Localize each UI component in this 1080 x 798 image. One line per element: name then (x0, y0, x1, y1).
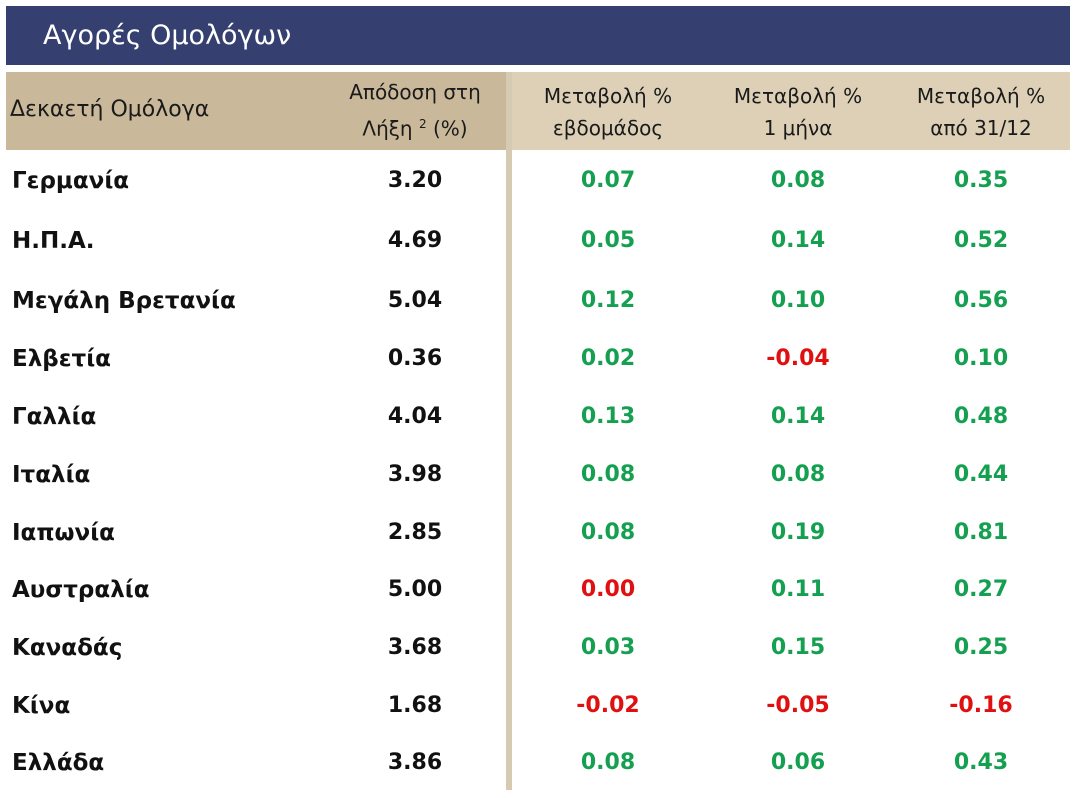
row-country-name: Ελλάδα (12, 750, 105, 776)
row-week-change: 0.02 (580, 346, 636, 371)
table-row: Ιαπωνία 2.85 0.08 0.19 0.81 (0, 504, 1080, 562)
row-yield-value: 3.68 (387, 635, 443, 660)
table-row: Ιταλία 3.98 0.08 0.08 0.44 (0, 446, 1080, 504)
table-row: Γερμανία 3.20 0.07 0.08 0.35 (0, 152, 1080, 210)
row-yield-value: 2.85 (387, 520, 443, 545)
row-month-change: 0.19 (770, 520, 826, 545)
row-ytd-change: 0.27 (953, 577, 1009, 602)
column-header-month: Μεταβολή % 1 μήνα (710, 80, 886, 144)
row-yield-value: 3.86 (387, 750, 443, 775)
column-header-yield: Απόδοση στη Λήξη 2 (%) (330, 76, 500, 145)
row-yield-value: 3.20 (387, 168, 443, 193)
row-ytd-change: 0.48 (953, 404, 1009, 429)
row-week-change: 0.05 (580, 228, 636, 253)
row-country-name: Ιταλία (12, 462, 91, 488)
row-country-name: Ιαπωνία (12, 520, 115, 546)
bond-table-body: Γερμανία 3.20 0.07 0.08 0.35 Η.Π.Α. 4.69 0.05 0.… (0, 152, 1080, 792)
row-country-name: Αυστραλία (12, 577, 150, 603)
column-header-yield-unit: (%) (432, 116, 468, 141)
row-yield-value: 4.04 (387, 404, 443, 429)
row-country-name: Γαλλία (12, 404, 97, 430)
row-week-change: 0.08 (580, 462, 636, 487)
row-month-change: 0.14 (770, 228, 826, 253)
table-row: Γαλλία 4.04 0.13 0.14 0.48 (0, 388, 1080, 446)
table-row: Κίνα 1.68 -0.02 -0.05 -0.16 (0, 677, 1080, 735)
row-yield-value: 0.36 (387, 346, 443, 371)
row-month-change: 0.08 (770, 168, 826, 193)
row-ytd-change: 0.35 (953, 168, 1009, 193)
row-yield-value: 3.98 (387, 462, 443, 487)
table-row: Η.Π.Α. 4.69 0.05 0.14 0.52 (0, 212, 1080, 270)
row-country-name: Γερμανία (12, 168, 130, 194)
column-header-yield-line2: Λήξη 2 (%) (330, 108, 500, 145)
row-yield-value: 4.69 (387, 228, 443, 253)
row-month-change: -0.04 (766, 346, 830, 371)
row-ytd-change: 0.81 (953, 520, 1009, 545)
table-row: Ελλάδα 3.86 0.08 0.06 0.43 (0, 734, 1080, 792)
column-header-ytd-line1: Μεταβολή % (916, 84, 1046, 108)
row-month-change: 0.11 (770, 577, 826, 602)
row-week-change: 0.07 (580, 168, 636, 193)
row-country-name: Μεγάλη Βρετανία (12, 288, 236, 314)
row-country-name: Η.Π.Α. (12, 228, 95, 254)
row-week-change: 0.08 (580, 520, 636, 545)
row-yield-value: 5.04 (387, 288, 443, 313)
row-month-change: 0.06 (770, 750, 826, 775)
row-week-change: 0.08 (580, 750, 636, 775)
column-header-week-line2: εβδομάδος (552, 116, 664, 140)
row-country-name: Ελβετία (12, 346, 111, 372)
row-ytd-change: 0.10 (953, 346, 1009, 371)
column-header-ytd-line2: από 31/12 (930, 116, 1032, 140)
row-week-change: 0.13 (580, 404, 636, 429)
row-ytd-change: 0.56 (953, 288, 1009, 313)
column-header-yield-footnote: 2 (418, 117, 427, 131)
row-month-change: 0.15 (770, 635, 826, 660)
row-week-change: 0.03 (580, 635, 636, 660)
table-row: Καναδάς 3.68 0.03 0.15 0.25 (0, 619, 1080, 677)
row-week-change: 0.00 (580, 577, 636, 602)
row-month-change: 0.10 (770, 288, 826, 313)
column-header-month-line2: 1 μήνα (763, 116, 833, 140)
row-week-change: -0.02 (576, 693, 640, 718)
column-header-yield-line1: Απόδοση στη (349, 80, 481, 104)
column-header-ytd: Μεταβολή % από 31/12 (893, 80, 1069, 144)
row-month-change: -0.05 (766, 693, 830, 718)
row-country-name: Καναδάς (12, 635, 123, 661)
column-header-yield-word: Λήξη (362, 116, 413, 141)
page-title-text: Αγορές Ομολόγων (43, 20, 292, 51)
row-yield-value: 5.00 (387, 577, 443, 602)
column-header-week-line1: Μεταβολή % (543, 84, 673, 108)
row-ytd-change: 0.43 (953, 750, 1009, 775)
row-ytd-change: -0.16 (949, 693, 1013, 718)
row-country-name: Κίνα (12, 693, 71, 719)
table-row: Αυστραλία 5.00 0.00 0.11 0.27 (0, 561, 1080, 619)
row-month-change: 0.08 (770, 462, 826, 487)
column-header-bond: Δεκαετή Ομόλογα (10, 97, 210, 122)
column-header-month-line1: Μεταβολή % (733, 84, 863, 108)
table-row: Μεγάλη Βρετανία 5.04 0.12 0.10 0.56 (0, 272, 1080, 330)
table-row: Ελβετία 0.36 0.02 -0.04 0.10 (0, 330, 1080, 388)
row-yield-value: 1.68 (387, 693, 443, 718)
row-ytd-change: 0.44 (953, 462, 1009, 487)
column-header-week: Μεταβολή % εβδομάδος (520, 80, 696, 144)
row-ytd-change: 0.25 (953, 635, 1009, 660)
row-month-change: 0.14 (770, 404, 826, 429)
row-week-change: 0.12 (580, 288, 636, 313)
page-title: Αγορές Ομολόγων (6, 6, 1070, 65)
row-ytd-change: 0.52 (953, 228, 1009, 253)
